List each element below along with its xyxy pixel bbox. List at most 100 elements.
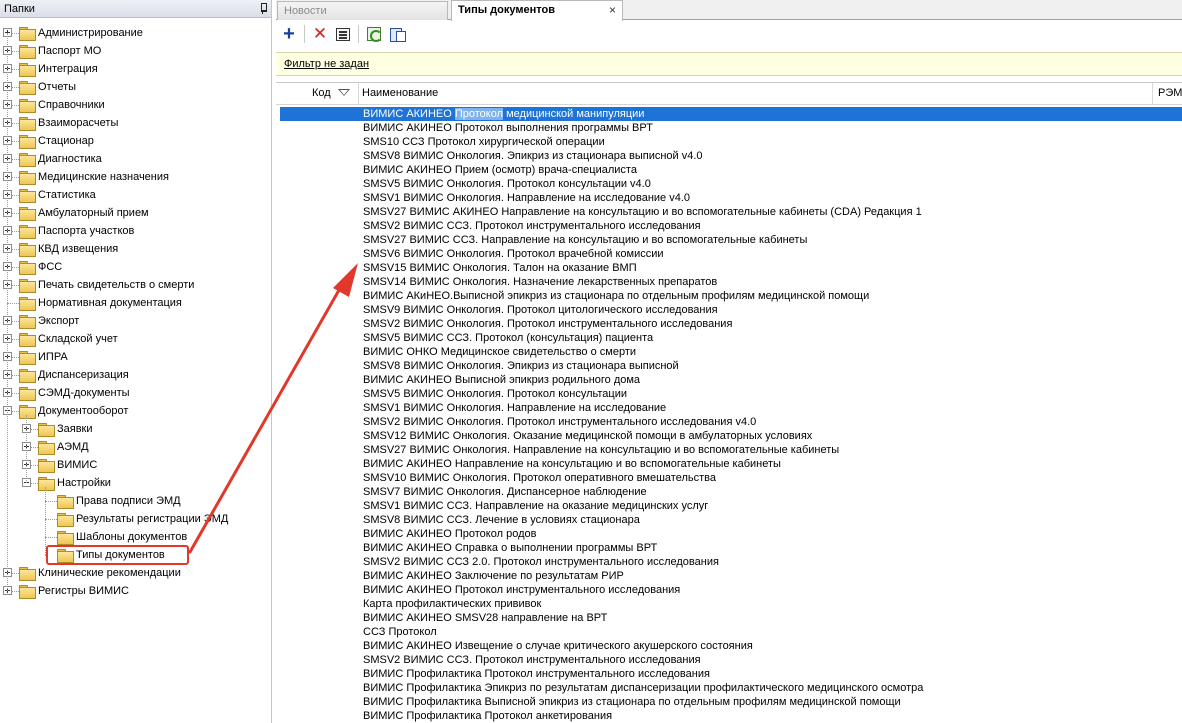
table-row[interactable]: ВИМИС АКИНЕО Протокол выполнения програм…: [276, 121, 1182, 135]
table-row[interactable]: SMSV2 ВИМИС Онкология. Протокол инструме…: [276, 415, 1182, 429]
table-row[interactable]: SMSV2 ВИМИС Онкология. Протокол инструме…: [276, 317, 1182, 331]
tree-item-label[interactable]: Администрирование: [38, 26, 143, 40]
delete-button[interactable]: ✕: [310, 24, 330, 44]
table-row[interactable]: ВИМИС ОНКО Медицинское свидетельство о с…: [276, 345, 1182, 359]
column-divider[interactable]: [358, 83, 359, 105]
sort-descending-icon[interactable]: [338, 89, 350, 96]
table-row[interactable]: SMSV1 ВИМИС Онкология. Направление на ис…: [276, 401, 1182, 415]
tree-item-label[interactable]: Регистры ВИМИС: [38, 584, 129, 598]
column-header-code[interactable]: Код: [312, 87, 331, 99]
tree-item-label[interactable]: Результаты регистрации ЭМД: [76, 512, 228, 526]
folder-icon: [19, 567, 36, 581]
tree-item-label[interactable]: Клинические рекомендации: [38, 566, 181, 580]
tree-item-label[interactable]: Права подписи ЭМД: [76, 494, 181, 508]
table-row[interactable]: SMSV12 ВИМИС Онкология. Оказание медицин…: [276, 429, 1182, 443]
table-row[interactable]: ВИМИС АКиНЕО.Выписной эпикриз из стацион…: [276, 289, 1182, 303]
tree-item-label-selected[interactable]: Типы документов: [76, 548, 165, 562]
pin-icon[interactable]: [259, 3, 267, 14]
table-row[interactable]: ВИМИС Профилактика Протокол инструментал…: [276, 667, 1182, 681]
tab-document-types[interactable]: Типы документов ×: [451, 0, 623, 21]
tree-connector: [12, 393, 19, 394]
table-row[interactable]: ВИМИС АКИНЕО Протокол инструментального …: [276, 583, 1182, 597]
table-row[interactable]: ВИМИС АКИНЕО Направление на консультацию…: [276, 457, 1182, 471]
toolbar-separator: [358, 25, 359, 43]
cell-name: SMSV7 ВИМИС Онкология. Диспансерное набл…: [363, 486, 647, 498]
table-row[interactable]: SMSV2 ВИМИС ССЗ 2.0. Протокол инструмент…: [276, 555, 1182, 569]
tree-item-label[interactable]: Паспорта участков: [38, 224, 134, 238]
cell-name: ВИМИС АКиНЕО.Выписной эпикриз из стацион…: [363, 290, 870, 302]
add-button[interactable]: +: [279, 24, 299, 44]
table-row[interactable]: SMSV6 ВИМИС Онкология. Протокол врачебно…: [276, 247, 1182, 261]
tab-news[interactable]: Новости: [277, 1, 448, 20]
tree-item-label[interactable]: СЭМД-документы: [38, 386, 130, 400]
table-row[interactable]: ССЗ Протокол: [276, 625, 1182, 639]
table-row[interactable]: SMS10 ССЗ Протокол хирургической операци…: [276, 135, 1182, 149]
table-row[interactable]: SMSV2 ВИМИС ССЗ. Протокол инструментальн…: [276, 219, 1182, 233]
tree-item-label[interactable]: Заявки: [57, 422, 93, 436]
tree-item-label[interactable]: Настройки: [57, 476, 111, 490]
cell-name: SMSV6 ВИМИС Онкология. Протокол врачебно…: [363, 248, 664, 260]
table-row[interactable]: SMSV14 ВИМИС Онкология. Назначение лекар…: [276, 275, 1182, 289]
tree-item-label[interactable]: Шаблоны документов: [76, 530, 187, 544]
tree-item-label[interactable]: АЭМД: [57, 440, 89, 454]
tree-item-label[interactable]: Медицинские назначения: [38, 170, 169, 184]
tree-item-label[interactable]: Статистика: [38, 188, 96, 202]
table-row[interactable]: ВИМИС АКИНЕО Заключение по результатам Р…: [276, 569, 1182, 583]
tree-item-label[interactable]: Стационар: [38, 134, 94, 148]
column-header-rem[interactable]: РЭМ: [1158, 87, 1182, 99]
table-row[interactable]: SMSV7 ВИМИС Онкология. Диспансерное набл…: [276, 485, 1182, 499]
tree-item-label[interactable]: Печать свидетельств о смерти: [38, 278, 194, 292]
tree-item-label[interactable]: ФСС: [38, 260, 62, 274]
tree-item-label[interactable]: ИПРА: [38, 350, 68, 364]
filter-link[interactable]: Фильтр не задан: [284, 58, 369, 70]
table-row[interactable]: SMSV5 ВИМИС Онкология. Протокол консульт…: [276, 177, 1182, 191]
table-row[interactable]: SMSV27 ВИМИС Онкология. Направление на к…: [276, 443, 1182, 457]
tree-item-label[interactable]: КВД извещения: [38, 242, 118, 256]
tree-item-label[interactable]: Диспансеризация: [38, 368, 129, 382]
table-row[interactable]: SMSV27 ВИМИС ССЗ. Направление на консуль…: [276, 233, 1182, 247]
table-row[interactable]: SMSV10 ВИМИС Онкология. Протокол операти…: [276, 471, 1182, 485]
tree-item-label[interactable]: Диагностика: [38, 152, 102, 166]
properties-button[interactable]: [333, 24, 353, 44]
table-row[interactable]: Карта профилактических прививок: [276, 597, 1182, 611]
table-row[interactable]: ВИМИС Профилактика Протокол анкетировани…: [276, 709, 1182, 723]
table-row[interactable]: ВИМИС АКИНЕО Протокол родов: [276, 527, 1182, 541]
column-divider[interactable]: [1152, 83, 1153, 105]
tree-item-label[interactable]: Интеграция: [38, 62, 98, 76]
table-row[interactable]: SMSV2 ВИМИС ССЗ. Протокол инструментальн…: [276, 653, 1182, 667]
table-row[interactable]: SMSV5 ВИМИС ССЗ. Протокол (консультация)…: [276, 331, 1182, 345]
table-row[interactable]: ВИМИС АКИНЕО SMSV28 направление на ВРТ: [276, 611, 1182, 625]
tree-item-label[interactable]: Справочники: [38, 98, 105, 112]
table-row-selected[interactable]: ВИМИС АКИНЕО Протокол медицинской манипу…: [280, 107, 1182, 121]
table-row[interactable]: SMSV8 ВИМИС ССЗ. Лечение в условиях стац…: [276, 513, 1182, 527]
tree-item-label[interactable]: Складской учет: [38, 332, 118, 346]
refresh-button[interactable]: [364, 24, 384, 44]
table-row[interactable]: SMSV9 ВИМИС Онкология. Протокол цитологи…: [276, 303, 1182, 317]
table-row[interactable]: ВИМИС Профилактика Выписной эпикриз из с…: [276, 695, 1182, 709]
tree-item-label[interactable]: Отчеты: [38, 80, 76, 94]
tree-item-label[interactable]: Нормативная документация: [38, 296, 182, 310]
export-button[interactable]: [387, 24, 407, 44]
table-row[interactable]: SMSV27 ВИМИС АКИНЕО Направление на консу…: [276, 205, 1182, 219]
table-row[interactable]: SMSV5 ВИМИС Онкология. Протокол консульт…: [276, 387, 1182, 401]
table-row[interactable]: SMSV8 ВИМИС Онкология. Эпикриз из стацио…: [276, 359, 1182, 373]
table-row[interactable]: ВИМИС АКИНЕО Извещение о случае критичес…: [276, 639, 1182, 653]
table-row[interactable]: SMSV1 ВИМИС Онкология. Направление на ис…: [276, 191, 1182, 205]
table-row[interactable]: SMSV1 ВИМИС ССЗ. Направление на оказание…: [276, 499, 1182, 513]
table-row[interactable]: ВИМИС АКИНЕО Выписной эпикриз родильного…: [276, 373, 1182, 387]
tree-item-label[interactable]: ВИМИС: [57, 458, 97, 472]
table-row[interactable]: ВИМИС Профилактика Эпикриз по результата…: [276, 681, 1182, 695]
table-row[interactable]: ВИМИС АКИНЕО Справка о выполнении програ…: [276, 541, 1182, 555]
table-row[interactable]: SMSV15 ВИМИС Онкология. Талон на оказани…: [276, 261, 1182, 275]
table-row[interactable]: ВИМИС АКИНЕО Прием (осмотр) врача-специа…: [276, 163, 1182, 177]
folder-icon: [19, 27, 36, 41]
tree-item-label[interactable]: Экспорт: [38, 314, 79, 328]
tree-item-label[interactable]: Амбулаторный прием: [38, 206, 149, 220]
tree-item-label[interactable]: Документооборот: [38, 404, 128, 418]
column-header-name[interactable]: Наименование: [362, 87, 438, 99]
tree-item-label[interactable]: Взаиморасчеты: [38, 116, 118, 130]
folder-icon: [38, 441, 55, 455]
tree-item-label[interactable]: Паспорт МО: [38, 44, 101, 58]
table-row[interactable]: SMSV8 ВИМИС Онкология. Эпикриз из стацио…: [276, 149, 1182, 163]
close-icon[interactable]: ×: [609, 4, 616, 16]
